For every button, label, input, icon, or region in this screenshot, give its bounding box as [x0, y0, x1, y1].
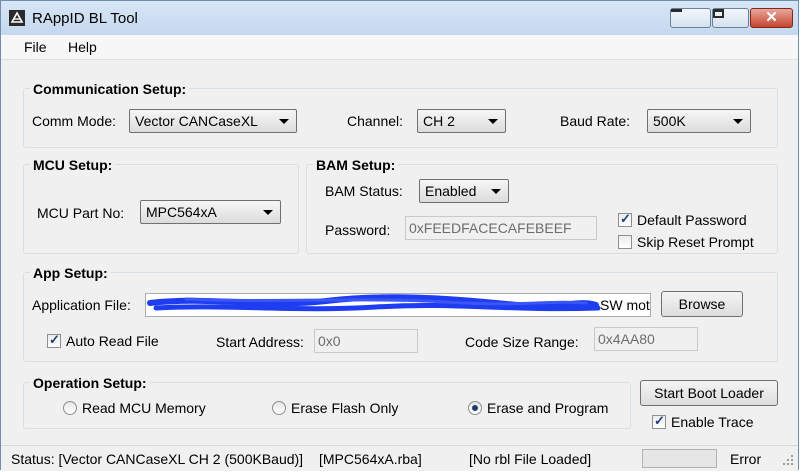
status-connection-text: Status: [Vector CANCaseXL CH 2 (500KBaud…	[11, 451, 304, 467]
maximize-button[interactable]	[712, 8, 749, 28]
radio-erase-flash-only-label: Erase Flash Only	[291, 400, 399, 416]
close-button[interactable]: ✕	[750, 8, 793, 28]
minimize-button[interactable]	[670, 8, 711, 28]
minimize-icon	[671, 9, 682, 12]
menu-help[interactable]: Help	[68, 39, 97, 55]
maximize-icon	[713, 9, 724, 18]
status-bar: Status: [Vector CANCaseXL CH 2 (500KBaud…	[1, 445, 798, 471]
browse-button[interactable]: Browse	[661, 291, 743, 317]
default-password-checkbox[interactable]: ✓	[618, 211, 632, 227]
mcu-part-label: MCU Part No:	[37, 205, 125, 221]
close-icon: ✕	[765, 9, 778, 26]
skip-reset-prompt-checkbox[interactable]	[618, 235, 632, 249]
start-boot-loader-button[interactable]: Start Boot Loader	[640, 380, 778, 406]
check-icon: ✓	[620, 211, 631, 226]
status-rbl-file: [No rbl File Loaded]	[469, 451, 592, 467]
menu-bar: File Help	[1, 35, 798, 60]
status-rba-file: [MPC564xA.rba]	[319, 451, 422, 467]
mcu-part-value: MPC564xA	[146, 204, 217, 220]
chevron-down-icon	[279, 119, 289, 124]
enable-trace-checkbox[interactable]: ✓	[652, 413, 666, 429]
progress-bar	[642, 449, 717, 468]
comm-mode-value: Vector CANCaseXL	[135, 113, 258, 129]
mcu-setup-title: MCU Setup:	[30, 157, 116, 173]
channel-value: CH 2	[423, 113, 455, 129]
bam-status-value: Enabled	[425, 183, 477, 199]
skip-reset-prompt-label: Skip Reset Prompt	[637, 234, 754, 250]
app-setup-title: App Setup:	[30, 265, 111, 281]
default-password-label: Default Password	[637, 212, 747, 228]
app-window: RAppID BL Tool ✕ File Help Communication…	[0, 0, 799, 471]
comm-mode-label: Comm Mode:	[32, 113, 117, 129]
check-icon: ✓	[49, 332, 60, 347]
bam-status-dropdown[interactable]: Enabled	[419, 179, 509, 203]
radio-erase-and-program-label: Erase and Program	[487, 400, 609, 416]
code-size-range-value: 0x4AA80	[598, 331, 655, 347]
app-logo-icon	[9, 10, 25, 26]
redaction-scribble	[147, 294, 601, 312]
resize-grip-icon[interactable]	[782, 454, 794, 466]
chevron-down-icon	[263, 210, 273, 215]
radio-read-mcu-memory[interactable]	[63, 401, 77, 415]
title-bar[interactable]: RAppID BL Tool ✕	[1, 1, 798, 35]
start-address-label: Start Address:	[216, 334, 304, 350]
baud-rate-value: 500K	[653, 113, 686, 129]
password-field[interactable]: 0xFEEDFACECAFEBEEF	[405, 216, 597, 240]
radio-selected-dot	[472, 405, 478, 411]
chevron-down-icon	[491, 189, 501, 194]
radio-erase-and-program[interactable]	[468, 401, 482, 415]
baud-rate-label: Baud Rate:	[560, 113, 631, 129]
mcu-part-dropdown[interactable]: MPC564xA	[140, 200, 281, 224]
application-file-field[interactable]: SW mot	[145, 293, 651, 317]
chevron-down-icon	[733, 119, 743, 124]
comm-mode-dropdown[interactable]: Vector CANCaseXL	[129, 109, 297, 133]
status-error-text: Error	[730, 451, 762, 467]
code-size-range-field[interactable]: 0x4AA80	[594, 327, 698, 351]
communication-setup-title: Communication Setup:	[30, 81, 190, 97]
channel-label: Channel:	[347, 113, 404, 129]
start-address-value: 0x0	[318, 333, 341, 349]
auto-read-file-checkbox[interactable]: ✓	[47, 332, 61, 348]
code-size-range-label: Code Size Range:	[465, 334, 579, 350]
enable-trace-label: Enable Trace	[671, 414, 754, 430]
bam-status-label: BAM Status:	[325, 183, 403, 199]
auto-read-file-label: Auto Read File	[66, 333, 159, 349]
password-label: Password:	[325, 222, 391, 238]
menu-file[interactable]: File	[24, 39, 47, 55]
operation-setup-title: Operation Setup:	[30, 375, 150, 391]
window-title: RAppID BL Tool	[32, 10, 138, 27]
baud-rate-dropdown[interactable]: 500K	[647, 109, 751, 133]
password-value: 0xFEEDFACECAFEBEEF	[409, 220, 572, 236]
application-file-value: SW mot	[600, 297, 650, 313]
channel-dropdown[interactable]: CH 2	[417, 109, 506, 133]
check-icon: ✓	[654, 413, 665, 428]
bam-setup-title: BAM Setup:	[313, 157, 399, 173]
start-address-field[interactable]: 0x0	[314, 329, 418, 353]
radio-read-mcu-memory-label: Read MCU Memory	[82, 400, 206, 416]
radio-erase-flash-only[interactable]	[272, 401, 286, 415]
application-file-label: Application File:	[32, 297, 131, 313]
chevron-down-icon	[488, 119, 498, 124]
